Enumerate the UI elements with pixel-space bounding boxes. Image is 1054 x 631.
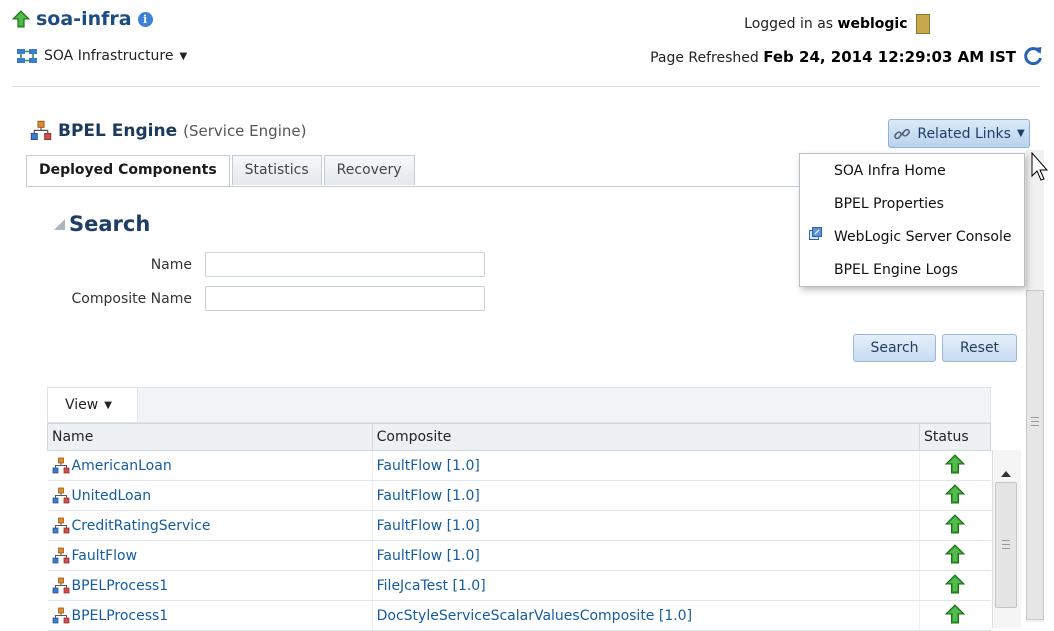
composite-link[interactable]: FaultFlow [1.0] (377, 518, 480, 534)
table-row[interactable]: CreditRatingService FaultFlow [1.0] (47, 510, 991, 541)
table-row[interactable]: BPELProcess1 FileJcaTest [1.0] (47, 570, 991, 601)
component-name-link[interactable]: CreditRatingService (72, 518, 211, 534)
scroll-up-arrow-icon[interactable] (1001, 471, 1011, 477)
soa-infrastructure-label: SOA Infrastructure (44, 48, 174, 64)
refresh-icon[interactable] (1022, 45, 1044, 67)
menu-item-bpel-properties[interactable]: BPEL Properties (834, 196, 944, 212)
component-name-link[interactable]: FaultFlow (72, 548, 138, 564)
status-up-icon (945, 604, 965, 624)
composite-name-label: Composite Name (71, 291, 192, 307)
table-toolbar: View ▼ (47, 387, 991, 423)
related-links-label: Related Links (917, 125, 1011, 142)
menu-item-bpel-engine-logs[interactable]: BPEL Engine Logs (834, 262, 958, 278)
name-input[interactable] (205, 252, 485, 277)
reset-button[interactable]: Reset (942, 334, 1017, 362)
column-header-name[interactable]: Name (47, 423, 373, 451)
component-icon (52, 577, 70, 595)
name-label: Name (150, 257, 192, 273)
component-icon (52, 547, 70, 565)
related-links-button[interactable]: Related Links ▼ (888, 119, 1030, 148)
status-up-icon (945, 454, 965, 474)
app-title-bar: soa-infra i (12, 8, 153, 30)
logged-in-info: Logged in as weblogic (744, 14, 930, 34)
status-up-icon (945, 574, 965, 594)
component-icon (52, 517, 70, 535)
table-row[interactable]: FaultFlow FaultFlow [1.0] (47, 540, 991, 571)
page-scrollbar-thumb[interactable] (1026, 290, 1044, 620)
composite-link[interactable]: FileJcaTest [1.0] (377, 578, 486, 594)
chevron-down-icon: ▼ (104, 399, 112, 411)
page-refreshed-info: Page Refreshed Feb 24, 2014 12:29:03 AM … (650, 48, 1016, 66)
refreshed-time: Feb 24, 2014 12:29:03 AM IST (763, 48, 1016, 66)
engine-title-block: BPEL Engine (Service Engine) (30, 120, 306, 142)
search-title: Search (69, 212, 151, 236)
page-subtitle: (Service Engine) (183, 122, 307, 140)
view-menu-label: View (65, 397, 99, 413)
external-link-icon (809, 227, 822, 240)
status-up-icon (945, 514, 965, 534)
menu-item-weblogic-server-console[interactable]: WebLogic Server Console (834, 229, 1012, 245)
chevron-down-icon: ▼ (1016, 128, 1025, 139)
component-icon (52, 457, 70, 475)
status-up-icon (12, 10, 30, 28)
tab-deployed-components[interactable]: Deployed Components (26, 155, 230, 187)
refreshed-prefix: Page Refreshed (650, 50, 759, 66)
bpel-engine-icon (30, 120, 52, 142)
table-row[interactable]: UnitedLoan FaultFlow [1.0] (47, 480, 991, 511)
collapse-triangle-icon[interactable] (54, 218, 65, 230)
page-title: BPEL Engine (58, 121, 178, 141)
component-name-cell: AmericanLoan (52, 457, 368, 475)
user-menu-icon[interactable] (916, 14, 930, 34)
column-header-composite[interactable]: Composite (371, 423, 921, 451)
table-header-row: Name Composite Status (47, 423, 991, 451)
tab-bar: Deployed Components Statistics Recovery (26, 155, 417, 187)
search-section-header[interactable]: Search (54, 212, 150, 236)
table-row[interactable]: AmericanLoan FaultFlow [1.0] (47, 450, 991, 481)
component-icon (52, 607, 70, 625)
composite-name-input[interactable] (205, 286, 485, 311)
link-chain-icon (894, 128, 911, 139)
component-name-link[interactable]: UnitedLoan (72, 488, 152, 504)
column-header-status[interactable]: Status (919, 423, 991, 451)
tab-statistics[interactable]: Statistics (231, 155, 322, 185)
component-name-cell: BPELProcess1 (52, 577, 368, 595)
component-name-link[interactable]: BPELProcess1 (72, 578, 169, 594)
app-title[interactable]: soa-infra (36, 8, 132, 30)
table-scrollbar-thumb[interactable] (995, 482, 1017, 608)
component-name-cell: FaultFlow (52, 547, 368, 565)
tab-recovery[interactable]: Recovery (323, 155, 415, 185)
component-name-cell: CreditRatingService (52, 517, 368, 535)
composite-link[interactable]: DocStyleServiceScalarValuesComposite [1.… (377, 608, 692, 624)
info-icon[interactable]: i (137, 11, 153, 27)
component-name-cell: UnitedLoan (52, 487, 368, 505)
menu-item-soa-infra-home[interactable]: SOA Infra Home (834, 163, 946, 179)
status-up-icon (945, 484, 965, 504)
table-row[interactable]: BPELProcess1 DocStyleServiceScalarValues… (47, 600, 991, 631)
logged-in-user[interactable]: weblogic (838, 16, 908, 32)
component-name-link[interactable]: BPELProcess1 (72, 608, 169, 624)
header-divider (12, 86, 1040, 87)
composite-link[interactable]: FaultFlow [1.0] (377, 548, 480, 564)
mouse-cursor-icon (1031, 152, 1049, 181)
logged-in-prefix: Logged in as (744, 16, 834, 32)
component-name-link[interactable]: AmericanLoan (72, 458, 172, 474)
soa-infrastructure-menu[interactable]: SOA Infrastructure ▼ (16, 48, 187, 64)
component-name-cell: BPELProcess1 (52, 607, 368, 625)
component-icon (52, 487, 70, 505)
search-button[interactable]: Search (853, 334, 936, 362)
view-menu[interactable]: View ▼ (48, 388, 138, 422)
chevron-down-icon: ▼ (179, 50, 188, 62)
components-table: Name Composite Status AmericanLoan Fault… (47, 423, 991, 631)
soa-infrastructure-icon (17, 49, 37, 63)
status-up-icon (945, 544, 965, 564)
composite-link[interactable]: FaultFlow [1.0] (377, 458, 480, 474)
related-links-menu: SOA Infra Home BPEL Properties WebLogic … (799, 153, 1025, 287)
composite-link[interactable]: FaultFlow [1.0] (377, 488, 480, 504)
